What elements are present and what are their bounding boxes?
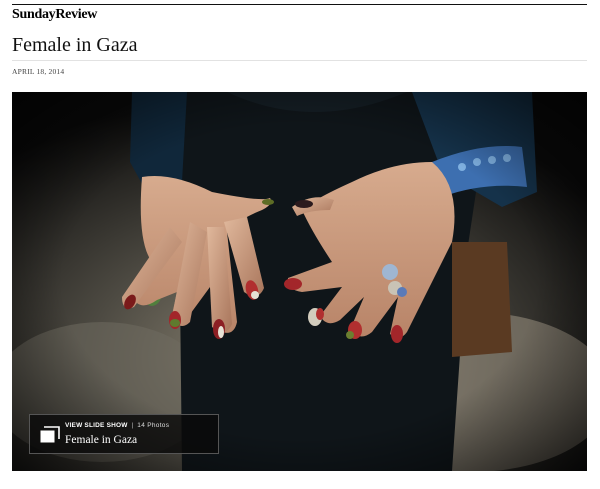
top-rule — [12, 4, 587, 5]
divider — [12, 60, 587, 61]
slideshow-icon — [40, 426, 60, 443]
section-label[interactable]: SundayReview — [12, 7, 97, 23]
article-header: SundayReview Female in Gaza APRIL 18, 20… — [12, 4, 587, 474]
lead-photo[interactable]: VIEW SLIDE SHOW | 14 Photos Female in Gaza — [12, 92, 587, 471]
slideshow-cta: VIEW SLIDE SHOW — [65, 422, 128, 429]
dateline: APRIL 18, 2014 — [12, 67, 65, 76]
photo-count: 14 Photos — [137, 422, 170, 429]
slideshow-button[interactable]: VIEW SLIDE SHOW | 14 Photos Female in Gaza — [29, 414, 219, 454]
slideshow-separator: | — [131, 422, 134, 429]
slideshow-title: Female in Gaza — [65, 434, 138, 446]
slideshow-meta: VIEW SLIDE SHOW | 14 Photos — [65, 422, 169, 429]
page-title: Female in Gaza — [12, 34, 138, 56]
